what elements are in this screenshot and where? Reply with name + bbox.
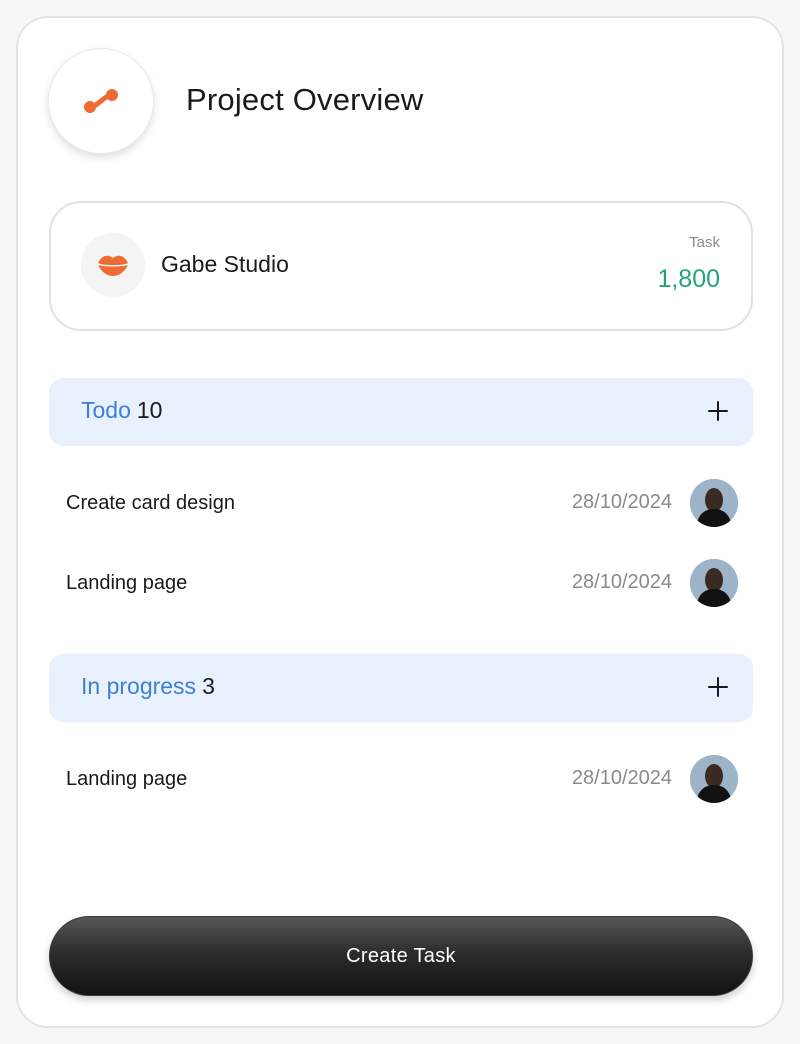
task-date: 28/10/2024 — [571, 571, 672, 593]
client-avatar — [81, 233, 145, 297]
add-in-progress-button[interactable] — [705, 674, 731, 700]
task-count: 1,800 — [657, 265, 720, 293]
assignee-avatar[interactable] — [690, 755, 738, 803]
section-todo[interactable]: Todo 10 — [49, 378, 753, 446]
create-task-button[interactable]: Create Task — [49, 916, 753, 996]
task-row[interactable]: Landing page 28/10/2024 — [66, 755, 738, 805]
person-avatar-icon — [690, 559, 738, 607]
task-label: Task — [689, 234, 720, 251]
page-title: Project Overview — [186, 82, 424, 117]
task-date: 28/10/2024 — [571, 767, 672, 789]
project-overview-card: Project Overview Gabe Studio Task 1,800 … — [16, 16, 784, 1028]
section-label: In progress 3 — [81, 673, 215, 700]
task-date: 28/10/2024 — [571, 491, 672, 513]
task-name: Create card design — [66, 492, 235, 514]
app-logo[interactable] — [48, 48, 154, 154]
assignee-avatar[interactable] — [690, 559, 738, 607]
person-avatar-icon — [690, 479, 738, 527]
section-count: 3 — [202, 673, 215, 699]
task-name: Landing page — [66, 768, 188, 790]
client-name: Gabe Studio — [161, 251, 289, 277]
add-todo-button[interactable] — [705, 398, 731, 424]
task-row[interactable]: Landing page 28/10/2024 — [66, 559, 738, 609]
client-card[interactable]: Gabe Studio Task 1,800 — [49, 201, 753, 331]
section-title: In progress — [81, 673, 197, 699]
create-task-label: Create Task — [346, 944, 456, 967]
task-row[interactable]: Create card design 28/10/2024 — [66, 479, 738, 529]
section-label: Todo 10 — [81, 397, 162, 424]
connection-nodes-icon — [84, 89, 118, 113]
assignee-avatar[interactable] — [690, 479, 738, 527]
section-count: 10 — [136, 397, 163, 423]
section-title: Todo — [81, 397, 131, 423]
lips-logo-icon — [98, 255, 128, 276]
section-in-progress[interactable]: In progress 3 — [49, 654, 753, 722]
task-name: Landing page — [66, 572, 188, 594]
person-avatar-icon — [690, 755, 738, 803]
